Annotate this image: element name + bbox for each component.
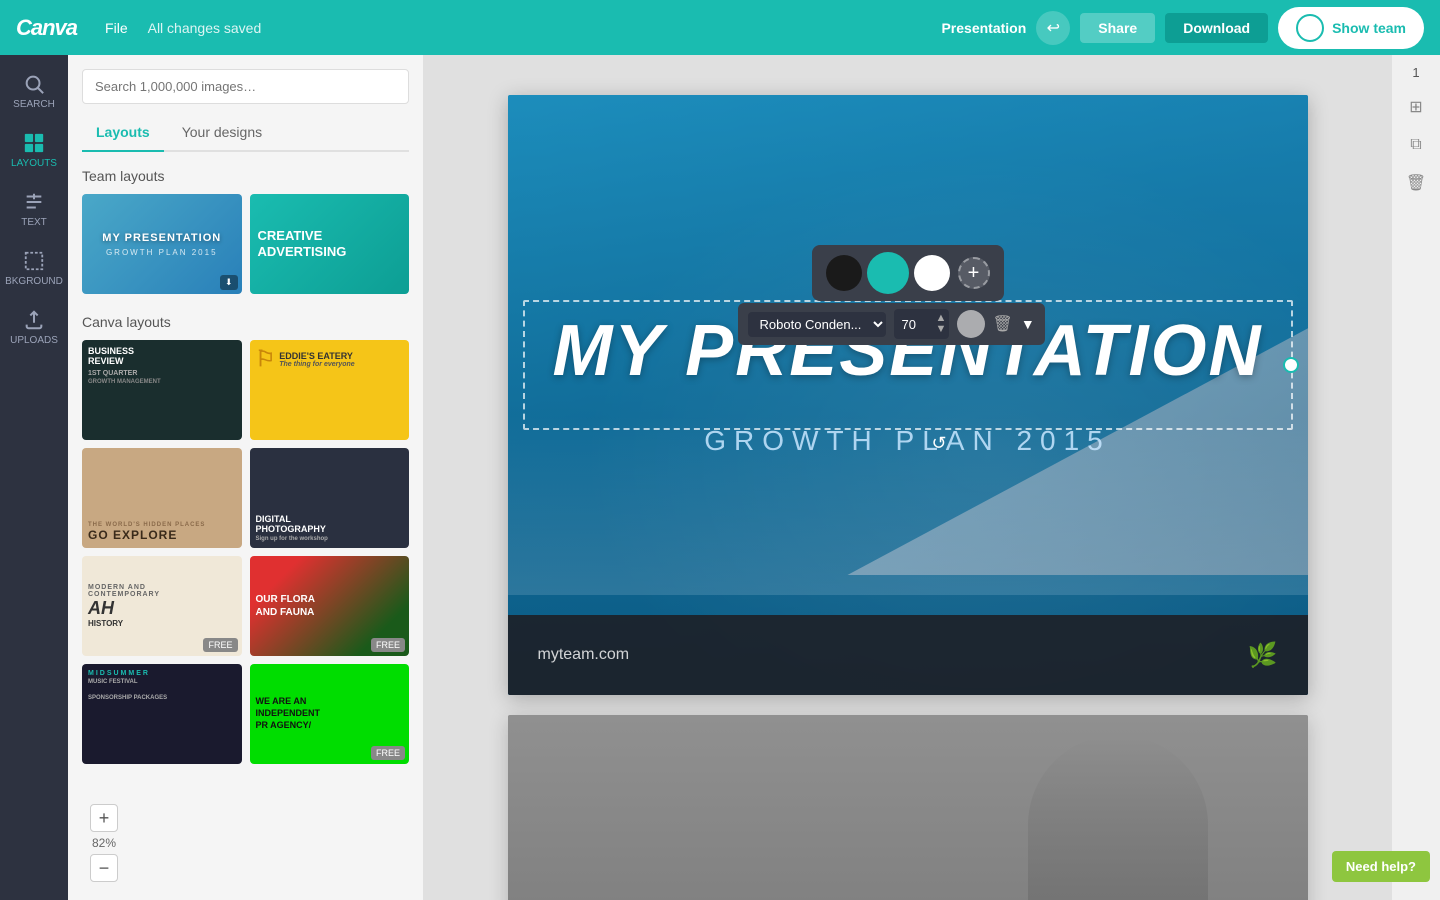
team-thumb-my-presentation[interactable]: MY PRESENTATION GROWTH PLAN 2015 ⬇ [82, 194, 242, 294]
canva-thumb-pr-agency[interactable]: WE ARE ANINDEPENDENTPR AGENCY/ FREE [250, 664, 410, 764]
footer-url: myteam.com [538, 646, 630, 664]
sidebar-copy-icon[interactable]: ⧉ [1401, 130, 1431, 160]
free-badge-1: FREE [203, 638, 237, 652]
font-toolbar: Roboto Conden... ▲ ▼ 🗑 ▼ [738, 303, 1045, 345]
share-button[interactable]: Share [1080, 13, 1155, 43]
slide-2-person [1028, 735, 1208, 900]
team-section-title: Team layouts [82, 168, 409, 184]
left-sidebar: SEARCH LAYOUTS TEXT BKGROUND UPLOADS [0, 55, 68, 900]
canva-logo: Canva [16, 15, 77, 41]
sidebar-item-text[interactable]: TEXT [4, 181, 64, 238]
color-swatch-black[interactable] [826, 255, 862, 291]
font-size-box: ▲ ▼ [894, 309, 949, 339]
zoom-out-button[interactable]: − [90, 854, 118, 882]
canva-thumb-modern-history[interactable]: MODERN ANDCONTEMPORARY AH HISTORY FREE [82, 556, 242, 656]
tab-layouts[interactable]: Layouts [82, 118, 164, 152]
canva-thumb-flora-fauna[interactable]: OUR FLORAAND FAUNA FREE [250, 556, 410, 656]
canva-thumb-digital-photography[interactable]: DIGITALPHOTOGRAPHY Sign up for the works… [250, 448, 410, 548]
slide-1-container: + Roboto Conden... ▲ ▼ 🗑 ▼ [508, 95, 1308, 695]
right-sidebar: 1 ⊞ ⧉ 🗑 [1392, 55, 1440, 900]
zoom-in-button[interactable]: + [90, 804, 118, 832]
top-nav: Canva File All changes saved Presentatio… [0, 0, 1440, 55]
uploads-label: UPLOADS [10, 335, 58, 346]
font-size-down[interactable]: ▼ [936, 324, 947, 335]
slide-footer: myteam.com 🌿 [508, 615, 1308, 695]
slide-1[interactable]: MY PRESENTATION GROWTH PLAN 2015 ↺ mytea… [508, 95, 1308, 695]
slide-subtitle[interactable]: GROWTH PLAN 2015 [508, 425, 1308, 457]
add-color-button[interactable]: + [958, 257, 990, 289]
sidebar-item-search[interactable]: SEARCH [4, 63, 64, 120]
download-button[interactable]: Download [1165, 13, 1268, 43]
background-label: BKGROUND [5, 276, 63, 287]
team-thumb-creative[interactable]: CREATIVEADVERTISING [250, 194, 410, 294]
free-badge-3: FREE [371, 746, 405, 760]
show-team-label: Show team [1332, 20, 1406, 36]
color-toolbar: + [812, 245, 1004, 301]
text-label: TEXT [21, 217, 47, 228]
canva-thumb-business-review[interactable]: BUSINESSREVIEW 1ST QUARTER GROWTH MANAGE… [82, 340, 242, 440]
canva-thumb-go-explore[interactable]: THE WORLD'S HIDDEN PLACES GO EXPLORE [82, 448, 242, 548]
layouts-label: LAYOUTS [11, 158, 57, 169]
zoom-controls: + 82% − [90, 804, 118, 882]
font-dropdown-button[interactable]: ▼ [1021, 316, 1035, 332]
canva-layout-grid: BUSINESSREVIEW 1ST QUARTER GROWTH MANAGE… [82, 340, 409, 764]
slide-number: 1 [1412, 65, 1419, 80]
tab-row: Layouts Your designs [82, 118, 409, 152]
sidebar-delete-icon[interactable]: 🗑 [1401, 168, 1431, 198]
canva-section-title: Canva layouts [82, 314, 409, 330]
canva-thumb-midsummer[interactable]: MIDSUMMER MUSIC FESTIVAL SPONSORSHIP PAC… [82, 664, 242, 764]
save-status: All changes saved [148, 20, 930, 36]
canva-thumb-eddies-eatery[interactable]: ⚐ EDDIE'S EATERY The thing for everyone [250, 340, 410, 440]
sidebar-grid-icon[interactable]: ⊞ [1401, 92, 1431, 122]
file-menu-button[interactable]: File [97, 16, 136, 40]
color-swatch-white[interactable] [914, 255, 950, 291]
team-layout-grid: MY PRESENTATION GROWTH PLAN 2015 ⬇ CREAT… [82, 194, 409, 294]
need-help-button[interactable]: Need help? [1332, 851, 1430, 882]
download-badge: ⬇ [220, 275, 238, 290]
tab-your-designs[interactable]: Your designs [168, 118, 276, 152]
footer-logo: 🌿 [1248, 641, 1278, 670]
search-label: SEARCH [13, 99, 55, 110]
sidebar-item-layouts[interactable]: LAYOUTS [4, 122, 64, 179]
sidebar-item-background[interactable]: BKGROUND [4, 240, 64, 297]
presentation-label: Presentation [941, 20, 1026, 36]
undo-button[interactable]: ↩ [1036, 11, 1070, 45]
font-select[interactable]: Roboto Conden... [748, 312, 886, 337]
sidebar-item-uploads[interactable]: UPLOADS [4, 299, 64, 356]
zoom-level: 82% [92, 836, 116, 850]
cursor-icon: ↺ [932, 433, 947, 454]
slide-2[interactable] [508, 715, 1308, 900]
font-trash-button[interactable]: 🗑 [993, 314, 1013, 334]
free-badge-2: FREE [371, 638, 405, 652]
show-team-button[interactable]: Show team [1278, 7, 1424, 49]
avatar [1296, 14, 1324, 42]
search-input[interactable] [82, 69, 409, 104]
main-canvas-area: + Roboto Conden... ▲ ▼ 🗑 ▼ [423, 55, 1392, 900]
nav-right-section: Presentation ↩ Share Download Show team [941, 7, 1424, 49]
font-size-input[interactable] [902, 317, 932, 332]
font-color-swatch[interactable] [957, 310, 985, 338]
left-panel: Layouts Your designs Team layouts MY PRE… [68, 55, 423, 900]
slide-2-container [508, 715, 1308, 900]
color-swatch-teal[interactable] [870, 255, 906, 291]
